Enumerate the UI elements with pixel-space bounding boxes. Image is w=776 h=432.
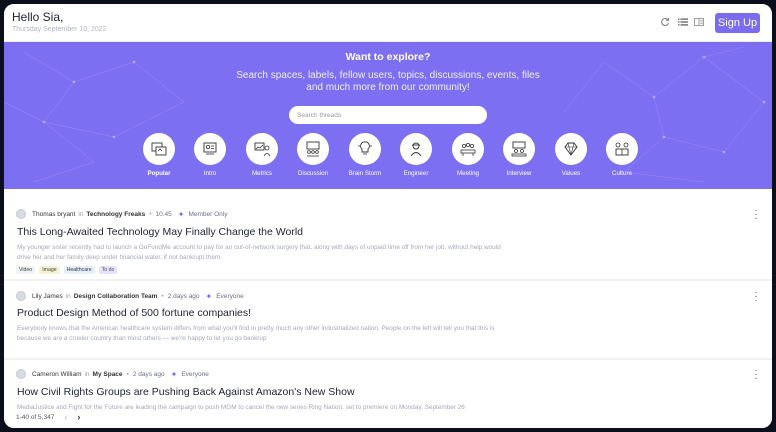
post-space[interactable]: My Space [93,371,123,378]
sparkle-icon: ✦ [170,369,178,379]
engineer-icon [400,133,432,165]
post-tags: Video Image Healthcare To do [16,266,118,274]
category-label: Values [561,170,581,177]
post-excerpt: MediaJustice and Fight for the Future ar… [17,404,465,411]
post-card[interactable]: Thomas bryant in Technology Freaks • 10.… [4,189,772,279]
post-time: 2 days ago [132,370,165,378]
category-label: Interview [506,170,532,177]
tag[interactable]: Healthcare [63,266,95,274]
post-header: Thomas bryant in Technology Freaks • 10.… [16,209,227,219]
interview-icon [503,133,535,165]
category-interview[interactable]: Interview [499,133,539,177]
more-options-icon[interactable]: · · · [754,366,758,384]
category-label: Culture [612,170,632,177]
category-label: Discussion [298,170,328,177]
post-in-label: in [65,292,71,300]
category-discussion[interactable]: Discussion [293,133,333,177]
sign-up-button[interactable]: Sign Up [715,13,760,33]
greeting: Hello Sia, [12,10,64,24]
more-options-icon[interactable]: · · · [754,206,758,224]
popular-icon [143,133,175,165]
post-title[interactable]: Product Design Method of 500 fortune com… [17,307,251,319]
post-space[interactable]: Design Collaboration Team [74,293,158,300]
discussion-icon [297,133,329,165]
chevron-right-icon[interactable]: › [77,412,80,422]
separator-dot: • [161,292,164,300]
category-label: Engineer [403,170,429,177]
banner-subtitle: Search spaces, labels, fellow users, top… [4,70,772,94]
sparkle-icon: ✦ [205,291,213,301]
post-audience: Member Only [188,210,228,218]
post-in-label: in [78,210,84,218]
separator-dot: • [126,370,129,378]
category-metrics[interactable]: Metrics [242,133,282,177]
post-header: Cameron William in My Space • 2 days ago… [16,369,209,379]
split-view-icon[interactable] [693,16,705,28]
post-card[interactable]: Lily James in Design Collaboration Team … [4,281,772,358]
category-engineer[interactable]: Engineer [396,133,436,177]
category-brain-storm[interactable]: Brain Storm [345,133,385,177]
category-intro[interactable]: Intro [190,133,230,177]
current-date: Thursday September 10, 2022 [12,26,107,33]
category-popular[interactable]: Popular [139,133,179,177]
post-time: 2 days ago [167,292,200,300]
avatar[interactable] [16,209,26,219]
culture-icon [606,133,638,165]
banner-title: Want to explore? [345,51,431,63]
banner-subtitle-line-1: Search spaces, labels, fellow users, top… [236,70,540,81]
post-author[interactable]: Thomas bryant [32,211,75,218]
more-options-icon[interactable]: · · · [754,288,758,306]
diamond-icon [555,133,587,165]
post-excerpt: Everybody knows that the American health… [17,325,495,342]
post-author[interactable]: Lily James [32,293,63,300]
category-meeting[interactable]: Meeting [448,133,488,177]
search-threads-input[interactable] [289,106,487,124]
post-title[interactable]: This Long-Awaited Technology May Finally… [17,226,303,238]
post-audience: Everyone [181,370,209,378]
refresh-icon[interactable] [659,16,671,28]
tag[interactable]: Image [39,266,60,274]
category-label: Brain Storm [348,170,382,177]
metrics-icon [246,133,278,165]
category-label: Metrics [252,170,272,177]
category-label: Intro [203,170,217,177]
post-audience: Everyone [216,292,244,300]
post-author[interactable]: Cameron William [32,371,81,378]
avatar[interactable] [16,291,26,301]
brainstorm-icon [349,133,381,165]
meeting-icon [452,133,484,165]
pagination: 1-40 of 5,347 ‹ › [16,412,90,422]
post-title[interactable]: How Civil Rights Groups are Pushing Back… [17,386,355,398]
post-card[interactable]: Cameron William in My Space • 2 days ago… [4,360,772,428]
category-label: Meeting [456,170,479,177]
chevron-left-icon[interactable]: ‹ [64,412,67,422]
post-in-label: in [84,370,90,378]
category-label: Popular [147,170,171,177]
list-view-icon[interactable] [677,16,689,28]
category-values[interactable]: Values [551,133,591,177]
avatar[interactable] [16,369,26,379]
post-time: 10.45 [155,210,172,218]
separator-dot: • [149,210,152,218]
post-space[interactable]: Technology Freaks [86,211,145,218]
sparkle-icon: ✦ [177,209,185,219]
pagination-range: 1-40 of 5,347 [16,413,55,421]
post-header: Lily James in Design Collaboration Team … [16,291,244,301]
top-bar: Hello Sia, Thursday September 10, 2022 S… [4,4,772,42]
post-excerpt: My younger sister recently had to launch… [17,244,501,261]
app-window: Hello Sia, Thursday September 10, 2022 S… [4,4,772,428]
banner-subtitle-line-2: and much more from our community! [306,82,470,93]
tag[interactable]: To do [98,266,118,274]
tag[interactable]: Video [16,266,36,274]
explore-banner: Want to explore? Search spaces, labels, … [4,42,772,189]
intro-icon [194,133,226,165]
category-culture[interactable]: Culture [602,133,642,177]
